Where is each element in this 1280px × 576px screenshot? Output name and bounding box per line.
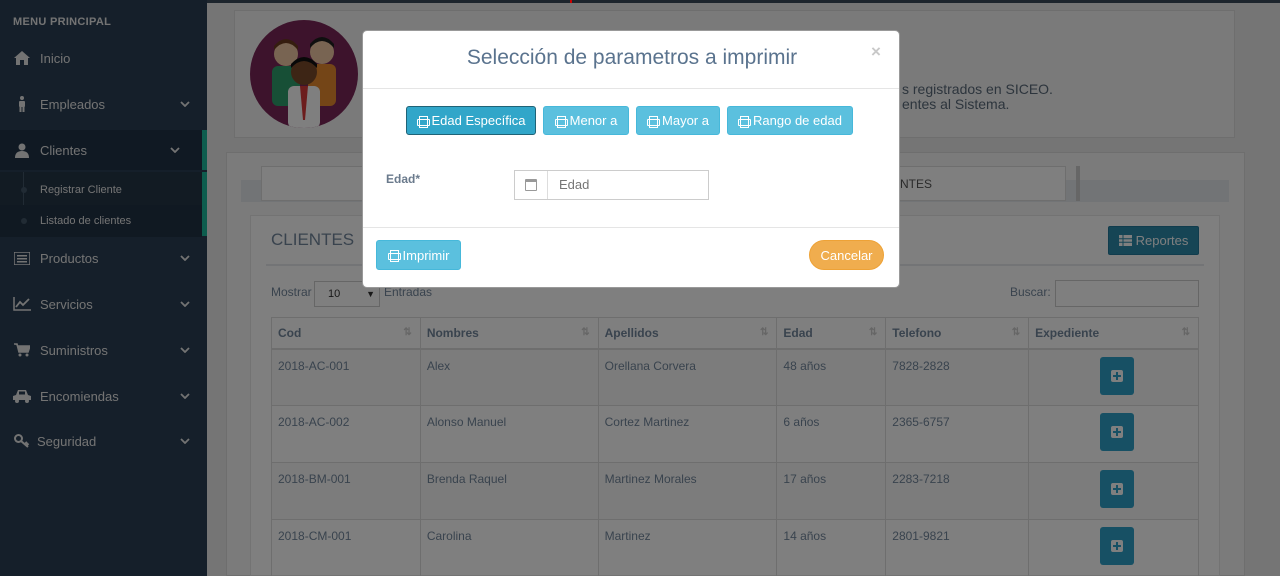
calendar-icon	[515, 171, 548, 199]
modal-header-divider	[363, 88, 899, 89]
edad-input[interactable]	[559, 177, 699, 192]
close-icon[interactable]: ×	[871, 42, 881, 62]
cancelar-button[interactable]: Cancelar	[809, 240, 884, 270]
print-icon	[387, 250, 401, 262]
print-icon	[416, 115, 430, 128]
option-label: Rango de edad	[753, 113, 842, 128]
option-edad-especifica-button[interactable]: Edad Específica	[406, 106, 536, 135]
print-params-modal: Selección de parametros a imprimir × Eda…	[362, 30, 900, 288]
option-label: Edad Específica	[431, 113, 526, 128]
option-rango-edad-button[interactable]: Rango de edad	[727, 106, 853, 135]
modal-footer-divider	[363, 227, 899, 228]
imprimir-button[interactable]: Imprimir	[376, 240, 461, 270]
option-menor-a-button[interactable]: Menor a	[543, 106, 629, 135]
top-marker	[570, 0, 572, 3]
modal-title: Selección de parametros a imprimir	[466, 46, 798, 69]
print-icon	[554, 115, 568, 128]
option-mayor-a-button[interactable]: Mayor a	[636, 106, 720, 135]
option-label: Mayor a	[662, 113, 709, 128]
edad-label: Edad*	[386, 172, 421, 186]
print-icon	[647, 115, 661, 128]
option-label: Menor a	[569, 113, 618, 128]
imprimir-label: Imprimir	[402, 247, 450, 263]
print-icon	[738, 115, 752, 128]
edad-field[interactable]	[514, 170, 709, 200]
